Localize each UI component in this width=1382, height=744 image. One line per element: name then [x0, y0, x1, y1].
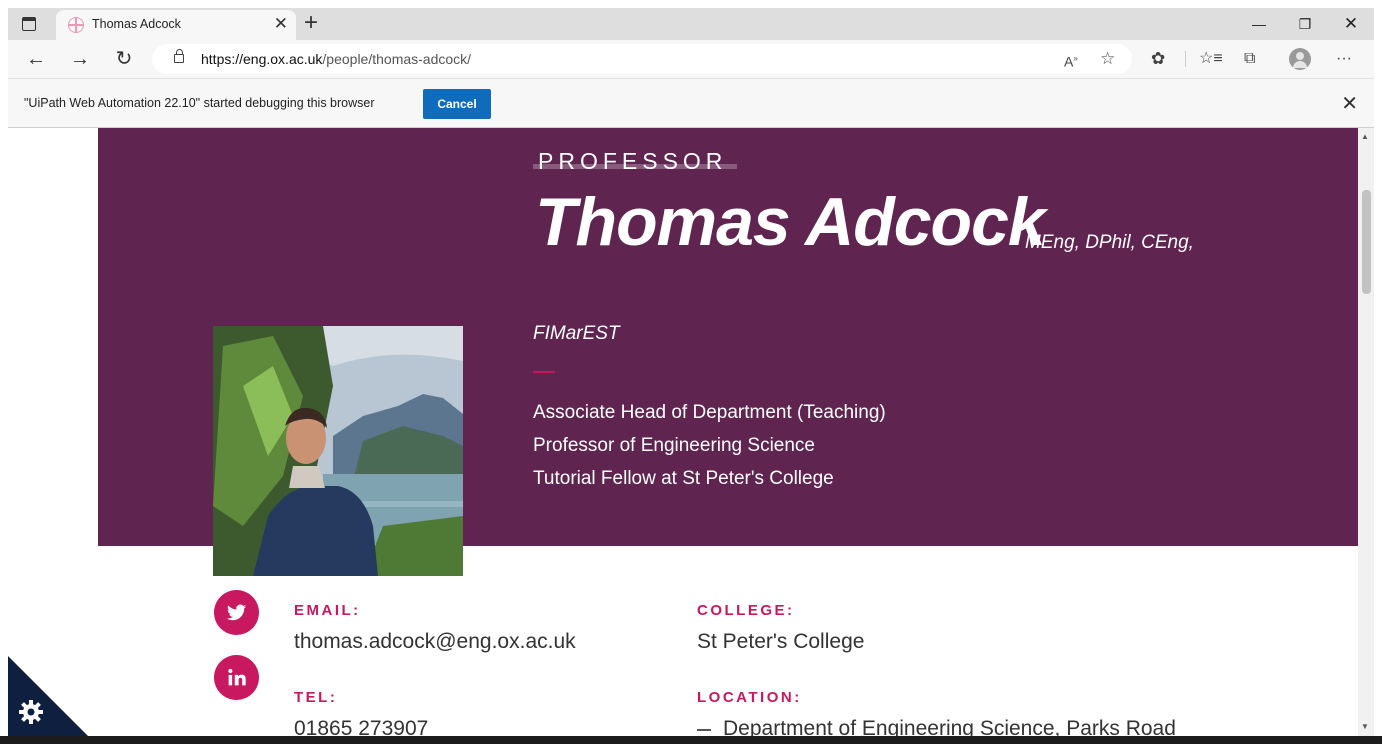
accent-divider — [533, 371, 555, 373]
infobar-message: "UiPath Web Automation 22.10" started de… — [24, 96, 375, 110]
favorites-icon[interactable]: ☆≡ — [1199, 48, 1223, 70]
browser-tab[interactable]: Thomas Adcock ✕ — [56, 10, 296, 40]
new-tab-icon[interactable]: + — [304, 10, 318, 36]
more-menu-icon[interactable]: ··· — [1336, 48, 1352, 70]
restore-icon[interactable]: ❐ — [1282, 8, 1328, 40]
extensions-icon[interactable]: ✿ — [1151, 48, 1165, 70]
minimize-icon[interactable]: — — [1236, 8, 1282, 40]
infobar-close-icon[interactable]: ✕ — [1341, 91, 1358, 116]
browser-titlebar: Thomas Adcock ✕ + — ❐ ✕ — [8, 8, 1374, 40]
window-close-icon[interactable]: ✕ — [1328, 8, 1374, 40]
location-label: LOCATION: — [697, 689, 802, 706]
cancel-debugging-button[interactable]: Cancel — [423, 89, 491, 119]
linkedin-button[interactable] — [214, 655, 259, 700]
forward-icon[interactable]: → — [66, 46, 94, 72]
profile-avatar[interactable] — [1289, 48, 1311, 70]
gear-icon — [19, 700, 43, 724]
college-label: COLLEGE: — [697, 602, 795, 619]
os-taskbar — [0, 736, 1382, 744]
oxford-favicon-icon — [68, 17, 84, 33]
tab-actions-icon[interactable] — [22, 17, 36, 31]
address-bar[interactable]: https://eng.ox.ac.uk/people/thomas-adcoc… — [152, 44, 1132, 74]
page-scrollbar[interactable]: ▲ ▼ — [1358, 128, 1374, 736]
profile-photo — [213, 326, 463, 576]
email-link[interactable]: thomas.adcock@eng.ox.ac.uk — [294, 630, 576, 654]
location-value: Department of Engineering Science, Parks… — [723, 717, 1176, 736]
back-icon[interactable]: ← — [22, 46, 50, 72]
profile-rank: PROFESSOR — [533, 148, 738, 175]
debug-infobar: "UiPath Web Automation 22.10" started de… — [8, 78, 1374, 128]
scroll-thumb[interactable] — [1362, 190, 1371, 294]
page-viewport: PROFESSOR Thomas Adcock MEng, DPhil, CEn… — [8, 128, 1358, 736]
read-aloud-icon[interactable]: A» — [1064, 48, 1078, 70]
collections-icon[interactable]: ⧉ — [1244, 48, 1255, 70]
browser-toolbar: ← → ↻ https://eng.ox.ac.uk/people/thomas… — [8, 40, 1374, 78]
toolbar-divider — [1185, 51, 1186, 67]
cookie-settings-button[interactable] — [8, 656, 88, 736]
profile-qualifications: MEng, DPhil, CEng, — [1025, 232, 1194, 253]
linkedin-icon — [228, 668, 246, 686]
email-label: EMAIL: — [294, 602, 361, 619]
tab-close-icon[interactable]: ✕ — [274, 15, 288, 33]
scroll-down-icon[interactable]: ▼ — [1361, 722, 1369, 731]
profile-roles: Associate Head of Department (Teaching) … — [533, 396, 886, 495]
twitter-button[interactable] — [214, 590, 259, 635]
role-item: Associate Head of Department (Teaching) — [533, 402, 886, 423]
role-item: Professor of Engineering Science — [533, 435, 815, 456]
profile-name: Thomas Adcock — [535, 184, 1046, 260]
url-text[interactable]: https://eng.ox.ac.uk/people/thomas-adcoc… — [201, 51, 471, 67]
location-dash — [697, 729, 711, 731]
profile-qualifications-cont: FIMarEST — [533, 323, 620, 344]
scroll-up-icon[interactable]: ▲ — [1361, 132, 1369, 141]
twitter-icon — [226, 604, 247, 621]
tab-title: Thomas Adcock — [92, 17, 181, 31]
tel-value: 01865 273907 — [294, 717, 429, 736]
role-item: Tutorial Fellow at St Peter's College — [533, 468, 834, 489]
college-link[interactable]: St Peter's College — [697, 630, 864, 654]
refresh-icon[interactable]: ↻ — [110, 46, 138, 72]
favorite-add-icon[interactable]: ☆ — [1100, 48, 1115, 70]
lock-icon[interactable] — [174, 49, 184, 63]
tel-label: TEL: — [294, 689, 338, 706]
